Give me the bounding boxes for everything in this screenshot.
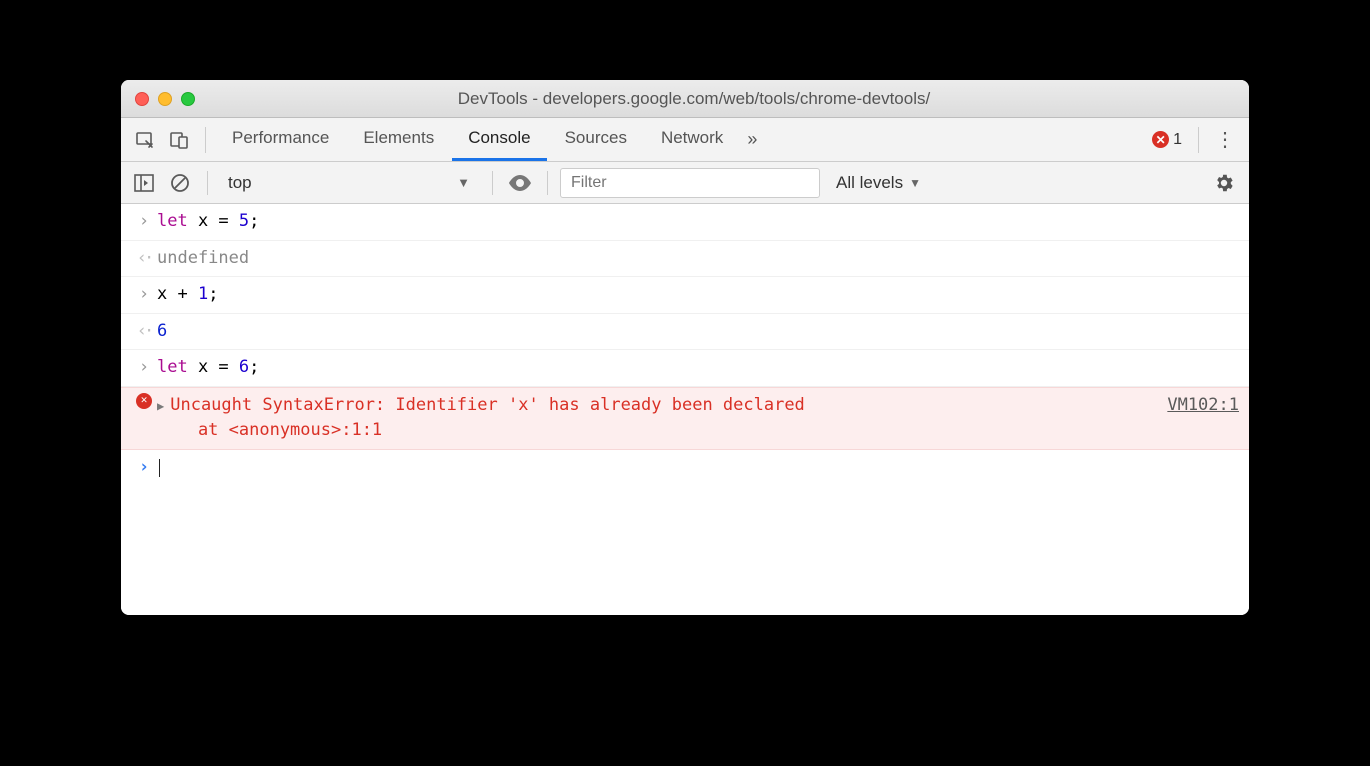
tab-elements[interactable]: Elements <box>347 118 450 161</box>
divider <box>1198 127 1199 153</box>
tabs-overflow-icon[interactable]: » <box>741 129 763 150</box>
expand-error-icon[interactable]: ▶ <box>157 399 164 413</box>
console-row: ‹·6 <box>121 314 1249 351</box>
console-row: ✕▶Uncaught SyntaxError: Identifier 'x' h… <box>121 387 1249 450</box>
console-input-text: let x = 5; <box>157 209 1239 235</box>
console-error-text: ▶Uncaught SyntaxError: Identifier 'x' ha… <box>157 393 1151 444</box>
window-title: DevTools - developers.google.com/web/too… <box>213 89 1175 109</box>
tab-performance[interactable]: Performance <box>216 118 345 161</box>
prompt-chevron-icon: › <box>131 455 157 481</box>
levels-label: All levels <box>836 173 903 193</box>
divider <box>547 171 548 195</box>
input-chevron-icon: › <box>131 282 157 308</box>
console-output-value: 6 <box>157 319 1239 345</box>
close-button[interactable] <box>135 92 149 106</box>
filter-input[interactable] <box>560 168 820 198</box>
error-icon: ✕ <box>131 393 157 444</box>
output-chevron-icon: ‹· <box>131 246 157 272</box>
divider <box>492 171 493 195</box>
devtools-window: DevTools - developers.google.com/web/too… <box>121 80 1249 615</box>
console-row: ‹·undefined <box>121 241 1249 278</box>
device-toolbar-icon[interactable] <box>163 124 195 156</box>
divider <box>205 127 206 153</box>
chevron-down-icon: ▼ <box>457 175 470 190</box>
traffic-lights <box>135 92 195 106</box>
kebab-menu-icon[interactable]: ⋮ <box>1209 124 1241 156</box>
error-source-link[interactable]: VM102:1 <box>1151 393 1239 444</box>
tab-console[interactable]: Console <box>452 118 546 161</box>
inspect-element-icon[interactable] <box>129 124 161 156</box>
console-row: ›x + 1; <box>121 277 1249 314</box>
divider <box>207 171 208 195</box>
titlebar: DevTools - developers.google.com/web/too… <box>121 80 1249 118</box>
log-levels-select[interactable]: All levels ▼ <box>826 173 931 193</box>
settings-icon[interactable] <box>1213 172 1241 194</box>
minimize-button[interactable] <box>158 92 172 106</box>
input-chevron-icon: › <box>131 355 157 381</box>
toggle-sidebar-icon[interactable] <box>129 168 159 198</box>
tab-sources[interactable]: Sources <box>549 118 643 161</box>
console-toolbar: top ▼ All levels ▼ <box>121 162 1249 204</box>
console-input-text: let x = 6; <box>157 355 1239 381</box>
console-output[interactable]: ›let x = 5;‹·undefined›x + 1;‹·6›let x =… <box>121 204 1249 615</box>
chevron-down-icon: ▼ <box>909 176 921 190</box>
error-count-badge[interactable]: ✕ 1 <box>1152 131 1188 149</box>
prompt-input[interactable] <box>157 455 1239 481</box>
console-prompt[interactable]: › <box>121 450 1249 486</box>
execution-context-select[interactable]: top ▼ <box>220 168 480 198</box>
context-label: top <box>228 173 252 193</box>
console-row: ›let x = 6; <box>121 350 1249 387</box>
error-icon: ✕ <box>1152 131 1169 148</box>
input-chevron-icon: › <box>131 209 157 235</box>
console-row: ›let x = 5; <box>121 204 1249 241</box>
console-output-value: undefined <box>157 246 1239 272</box>
live-expression-icon[interactable] <box>505 168 535 198</box>
main-tabs: Performance Elements Console Sources Net… <box>121 118 1249 162</box>
clear-console-icon[interactable] <box>165 168 195 198</box>
zoom-button[interactable] <box>181 92 195 106</box>
console-input-text: x + 1; <box>157 282 1239 308</box>
error-count: 1 <box>1173 131 1182 149</box>
tab-network[interactable]: Network <box>645 118 739 161</box>
output-chevron-icon: ‹· <box>131 319 157 345</box>
